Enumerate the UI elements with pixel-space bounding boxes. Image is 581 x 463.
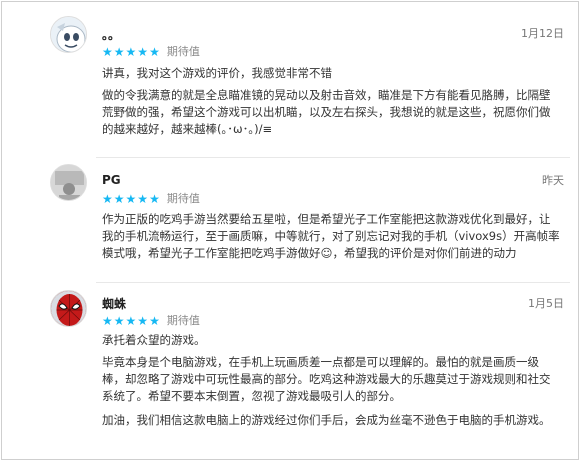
review-paragraph: 承托着众望的游戏。 (102, 333, 206, 347)
rating-stars: ★★★★★ 期待值 (102, 310, 200, 329)
review-date: 1月12日 (521, 27, 564, 40)
user-avatar[interactable] (50, 164, 87, 201)
star-icon: ★ (125, 314, 137, 328)
star-icon: ★ (102, 314, 113, 328)
divider (96, 282, 570, 283)
star-icon: ★ (149, 314, 160, 328)
rating-tag: 期待值 (166, 314, 200, 327)
user-avatar[interactable] (50, 290, 87, 327)
star-icon: ★ (125, 45, 137, 59)
star-icon: ★ (137, 45, 149, 59)
review-date: 昨天 (542, 174, 564, 187)
review-list: 。。 ★★★★★ 期待值 1月12日 讲真，我对这个游戏的评价，我感觉非常不错 做… (1, 1, 579, 460)
cartoon-avatar-icon (51, 17, 86, 52)
rating-stars: ★★★★★ 期待值 (102, 188, 200, 207)
gray-avatar-icon (51, 165, 86, 200)
rating-stars: ★★★★★ 期待值 (102, 41, 200, 60)
rating-tag: 期待值 (166, 45, 200, 58)
star-icon: ★ (113, 314, 125, 328)
star-icon: ★ (149, 45, 160, 59)
star-icon: ★ (113, 192, 125, 206)
star-icon: ★ (137, 314, 149, 328)
review-paragraph: 做的令我满意的就是全息瞄准镜的晃动以及射击音效，瞄准是下方有能看见胳膊，比隔壁荒… (102, 88, 551, 136)
star-icon: ★ (113, 45, 125, 59)
spiderman-avatar-icon (51, 291, 86, 326)
star-icon: ★ (137, 192, 149, 206)
star-icon: ★ (102, 192, 113, 206)
review-paragraph: 作为正版的吃鸡手游当然要给五星啦，但是希望光子工作室能把这款游戏优化到最好，让我… (102, 212, 560, 260)
rating-tag: 期待值 (166, 192, 200, 205)
review-date: 1月5日 (528, 297, 564, 310)
star-icon: ★ (102, 45, 113, 59)
review-paragraph: 讲真，我对这个游戏的评价，我感觉非常不错 (102, 66, 332, 80)
review-paragraph: 毕竟本身是个电脑游戏，在手机上玩画质差一点都是可以理解的。最怕的就是画质一级棒，… (102, 355, 551, 403)
star-icon: ★ (149, 192, 160, 206)
review-paragraph: 加油，我们相信这款电脑上的游戏经过你们手后，会成为丝毫不逊色于电脑的手机游戏。 (102, 413, 551, 427)
divider (96, 157, 570, 158)
star-icon: ★ (125, 192, 137, 206)
user-avatar[interactable] (50, 16, 87, 53)
user-name[interactable]: PG (102, 173, 121, 187)
